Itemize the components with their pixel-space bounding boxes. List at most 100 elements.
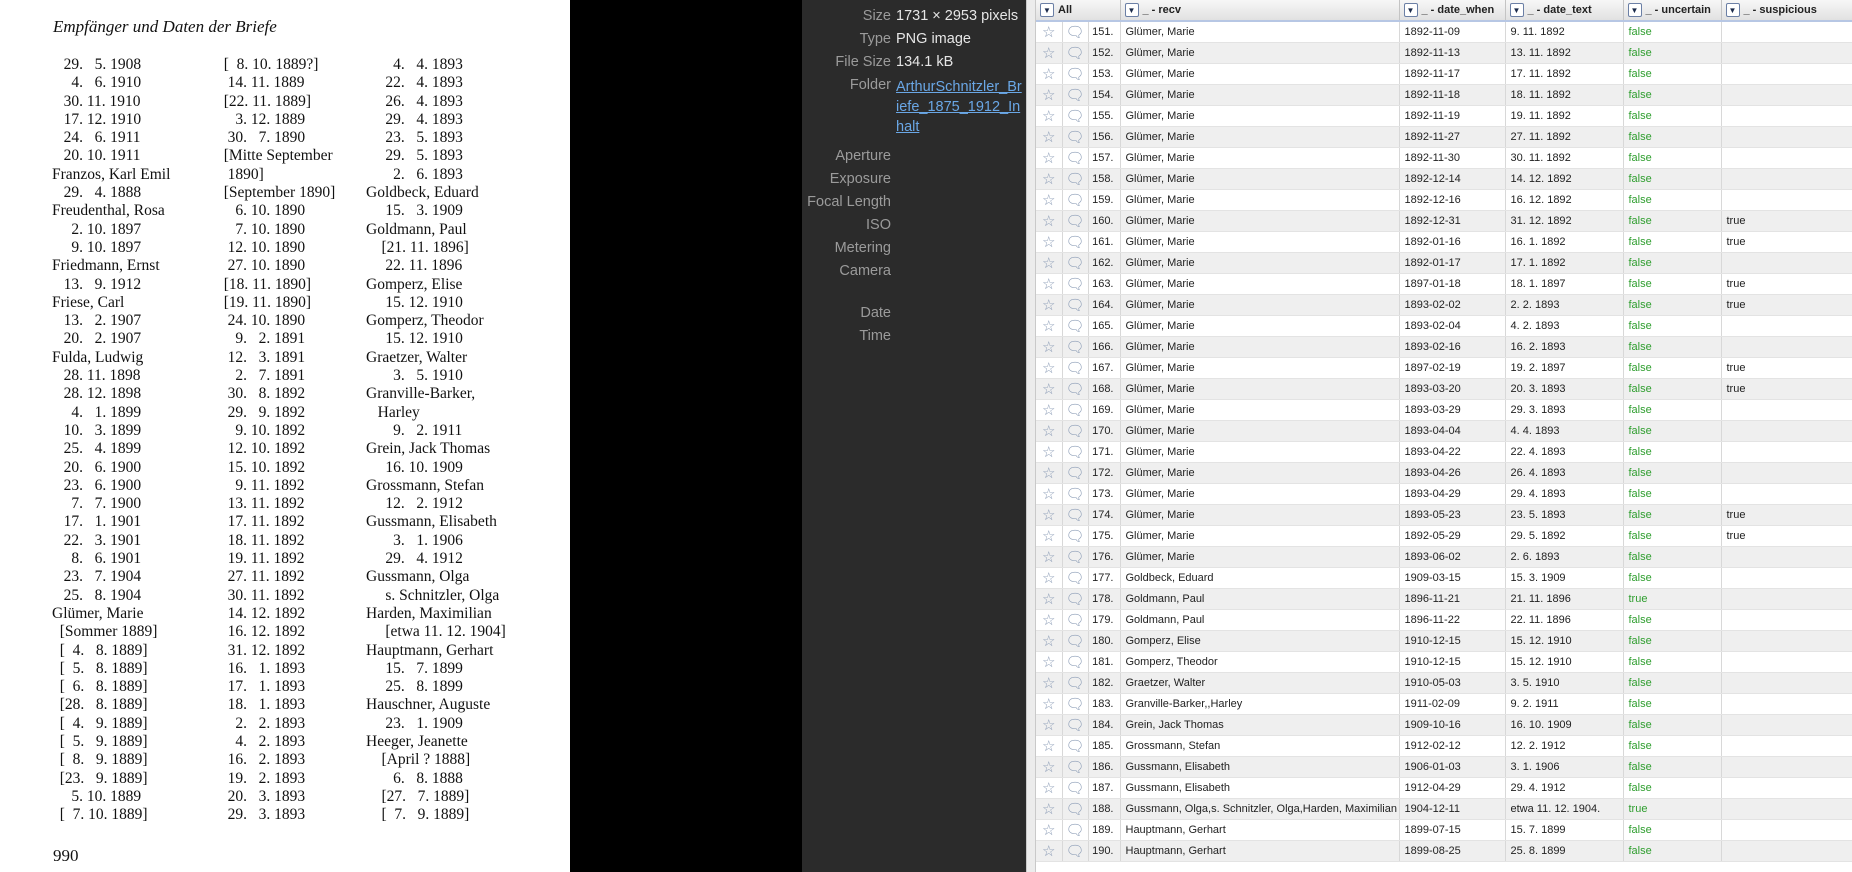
comment-cell[interactable]: 🗨	[1062, 252, 1089, 274]
cell-date-when[interactable]: 1893-02-02	[1399, 294, 1506, 316]
cell-n[interactable]: 154.	[1088, 84, 1121, 106]
table-row[interactable]: ☆ 🗨 153. Glümer, Marie 1892-11-17 17. 11. 189…	[1036, 63, 1852, 85]
cell-uncertain[interactable]: false	[1623, 504, 1722, 526]
comment-icon[interactable]: 🗨	[1065, 738, 1084, 755]
star-cell[interactable]: ☆	[1036, 819, 1063, 841]
comment-icon[interactable]: 🗨	[1065, 528, 1084, 545]
cell-date-when[interactable]: 1892-11-27	[1399, 126, 1506, 148]
cell-date-text[interactable]: 16. 10. 1909	[1505, 714, 1624, 736]
star-icon[interactable]: ☆	[1042, 150, 1055, 167]
cell-uncertain[interactable]: true	[1623, 798, 1722, 820]
cell-recv[interactable]: Glümer, Marie	[1120, 168, 1400, 190]
cell-uncertain[interactable]: false	[1623, 840, 1722, 862]
comment-icon[interactable]: 🗨	[1065, 108, 1084, 125]
cell-uncertain[interactable]: false	[1623, 609, 1722, 631]
comment-icon[interactable]: 🗨	[1065, 486, 1084, 503]
comment-icon[interactable]: 🗨	[1065, 318, 1084, 335]
cell-recv[interactable]: Glümer, Marie	[1120, 210, 1400, 232]
star-icon[interactable]: ☆	[1042, 822, 1055, 839]
star-icon[interactable]: ☆	[1042, 570, 1055, 587]
comment-icon[interactable]: 🗨	[1065, 213, 1084, 230]
comment-icon[interactable]: 🗨	[1065, 381, 1084, 398]
cell-date-when[interactable]: 1892-12-31	[1399, 210, 1506, 232]
cell-date-text[interactable]: 26. 4. 1893	[1505, 462, 1624, 484]
star-cell[interactable]: ☆	[1036, 567, 1063, 589]
cell-recv[interactable]: Glümer, Marie	[1120, 273, 1400, 295]
star-icon[interactable]: ☆	[1042, 780, 1055, 797]
star-cell[interactable]: ☆	[1036, 483, 1063, 505]
star-icon[interactable]: ☆	[1042, 213, 1055, 230]
cell-n[interactable]: 159.	[1088, 189, 1121, 211]
table-row[interactable]: ☆ 🗨 161. Glümer, Marie 1892-01-16 16. 1. 1892…	[1036, 231, 1852, 253]
cell-recv[interactable]: Glümer, Marie	[1120, 462, 1400, 484]
comment-cell[interactable]: 🗨	[1062, 231, 1089, 253]
cell-date-text[interactable]: 19. 11. 1892	[1505, 105, 1624, 127]
comment-cell[interactable]: 🗨	[1062, 588, 1089, 610]
cell-date-text[interactable]: 9. 11. 1892	[1505, 21, 1624, 43]
star-cell[interactable]: ☆	[1036, 189, 1063, 211]
comment-cell[interactable]: 🗨	[1062, 357, 1089, 379]
cell-date-text[interactable]: 15. 12. 1910	[1505, 651, 1624, 673]
cell-date-when[interactable]: 1892-12-14	[1399, 168, 1506, 190]
comment-cell[interactable]: 🗨	[1062, 420, 1089, 442]
star-cell[interactable]: ☆	[1036, 210, 1063, 232]
cell-date-when[interactable]: 1893-03-29	[1399, 399, 1506, 421]
triangle-down-icon[interactable]: ▼	[1040, 2, 1054, 17]
cell-recv[interactable]: Glümer, Marie	[1120, 294, 1400, 316]
cell-suspicious[interactable]	[1721, 21, 1852, 43]
star-icon[interactable]: ☆	[1042, 276, 1055, 293]
comment-cell[interactable]: 🗨	[1062, 798, 1089, 820]
cell-recv[interactable]: Glümer, Marie	[1120, 357, 1400, 379]
table-row[interactable]: ☆ 🗨 167. Glümer, Marie 1897-02-19 19. 2. 1897…	[1036, 357, 1852, 379]
cell-uncertain[interactable]: false	[1623, 105, 1722, 127]
cell-date-text[interactable]: 17. 1. 1892	[1505, 252, 1624, 274]
cell-n[interactable]: 171.	[1088, 441, 1121, 463]
comment-cell[interactable]: 🗨	[1062, 63, 1089, 85]
cell-date-text[interactable]: 20. 3. 1893	[1505, 378, 1624, 400]
cell-suspicious[interactable]	[1721, 483, 1852, 505]
cell-date-when[interactable]: 1892-12-16	[1399, 189, 1506, 211]
cell-uncertain[interactable]: false	[1623, 462, 1722, 484]
cell-date-text[interactable]: 19. 2. 1897	[1505, 357, 1624, 379]
cell-n[interactable]: 176.	[1088, 546, 1121, 568]
comment-cell[interactable]: 🗨	[1062, 546, 1089, 568]
comment-icon[interactable]: 🗨	[1065, 591, 1084, 608]
cell-date-text[interactable]: 9. 2. 1911	[1505, 693, 1624, 715]
cell-date-when[interactable]: 1906-01-03	[1399, 756, 1506, 778]
cell-recv[interactable]: Goldmann, Paul	[1120, 609, 1400, 631]
cell-suspicious[interactable]	[1721, 714, 1852, 736]
cell-n[interactable]: 175.	[1088, 525, 1121, 547]
triangle-down-icon[interactable]: ▼	[1627, 2, 1642, 17]
table-row[interactable]: ☆ 🗨 179. Goldmann, Paul 1896-11-22 22. 11. 18…	[1036, 609, 1852, 631]
cell-recv[interactable]: Glümer, Marie	[1120, 252, 1400, 274]
table-row[interactable]: ☆ 🗨 162. Glümer, Marie 1892-01-17 17. 1. 1892…	[1036, 252, 1852, 274]
star-icon[interactable]: ☆	[1042, 591, 1055, 608]
cell-date-when[interactable]: 1892-11-17	[1399, 63, 1506, 85]
comment-icon[interactable]: 🗨	[1065, 570, 1084, 587]
cell-date-when[interactable]: 1899-08-25	[1399, 840, 1506, 862]
star-cell[interactable]: ☆	[1036, 84, 1063, 106]
star-cell[interactable]: ☆	[1036, 798, 1063, 820]
comment-icon[interactable]: 🗨	[1065, 696, 1084, 713]
cell-date-text[interactable]: 15. 7. 1899	[1505, 819, 1624, 841]
comment-icon[interactable]: 🗨	[1065, 276, 1084, 293]
comment-cell[interactable]: 🗨	[1062, 273, 1089, 295]
cell-suspicious[interactable]	[1721, 252, 1852, 274]
cell-uncertain[interactable]: false	[1623, 210, 1722, 232]
star-cell[interactable]: ☆	[1036, 651, 1063, 673]
cell-date-when[interactable]: 1893-06-02	[1399, 546, 1506, 568]
cell-uncertain[interactable]: false	[1623, 168, 1722, 190]
cell-recv[interactable]: Glümer, Marie	[1120, 231, 1400, 253]
triangle-down-icon[interactable]: ▼	[1403, 2, 1418, 17]
cell-suspicious[interactable]	[1721, 693, 1852, 715]
cell-date-when[interactable]: 1904-12-11	[1399, 798, 1506, 820]
cell-suspicious[interactable]	[1721, 441, 1852, 463]
cell-recv[interactable]: Glümer, Marie	[1120, 42, 1400, 64]
comment-cell[interactable]: 🗨	[1062, 147, 1089, 169]
cell-suspicious[interactable]: true	[1721, 210, 1852, 232]
comment-cell[interactable]: 🗨	[1062, 651, 1089, 673]
cell-n[interactable]: 181.	[1088, 651, 1121, 673]
comment-cell[interactable]: 🗨	[1062, 189, 1089, 211]
comment-icon[interactable]: 🗨	[1065, 633, 1084, 650]
table-row[interactable]: ☆ 🗨 176. Glümer, Marie 1893-06-02 2. 6. 1893 f…	[1036, 546, 1852, 568]
